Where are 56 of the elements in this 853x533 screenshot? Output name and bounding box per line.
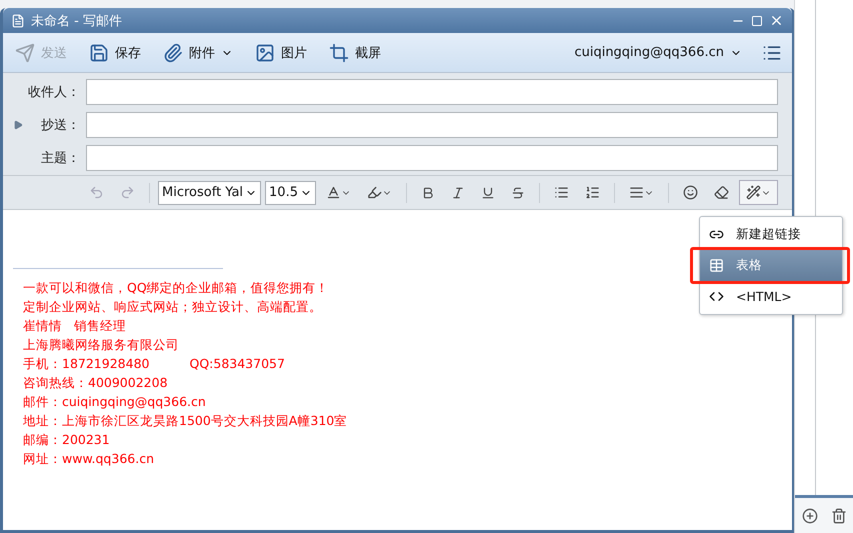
font-select[interactable]: Microsoft Yal — [158, 180, 262, 204]
image-icon — [255, 42, 275, 62]
window-title: 未命名 - 写邮件 — [31, 12, 123, 30]
expand-icon[interactable] — [13, 120, 23, 130]
signature-text: 咨询热线：4009002208 — [23, 375, 168, 392]
input-field[interactable] — [86, 79, 778, 105]
align-icon — [628, 185, 644, 200]
signature-text: 邮件：cuiqingqing@qq366.cn — [23, 394, 206, 411]
html-icon — [709, 289, 724, 304]
screenshot-icon — [329, 42, 349, 62]
add-icon[interactable] — [802, 508, 818, 524]
highlighter-icon — [366, 185, 382, 200]
menu-item[interactable]: 新建超链接 — [700, 219, 842, 250]
magic-wand-icon — [746, 185, 761, 200]
close-button[interactable] — [769, 13, 784, 28]
menu-item[interactable]: 表格 — [700, 250, 842, 281]
smiley-icon — [682, 185, 698, 200]
signature-text: 上海腾曦网络服务有限公司 — [23, 337, 179, 354]
signature-text: 一款可以和微信，QQ绑定的企业邮箱，值得您拥有！ — [23, 280, 329, 297]
strikethrough-icon — [510, 186, 525, 200]
maximize-button[interactable] — [751, 14, 763, 26]
account-dropdown[interactable]: cuiqingqing@qq366.cn — [572, 43, 744, 62]
text-color-icon — [326, 185, 341, 200]
signature-text: 网址：www.qq366.cn — [23, 451, 154, 468]
menu-item[interactable]: <HTML> — [700, 281, 842, 312]
send-icon — [15, 42, 35, 62]
eraser-icon — [714, 185, 729, 200]
redo-icon — [120, 185, 135, 200]
signature-text: 地址：上海市徐汇区龙昊路1500号交大科技园A幢310室 — [23, 413, 348, 430]
signature-text: 销售经理 — [74, 318, 126, 335]
field-label: 抄送： — [41, 117, 80, 134]
document-icon — [11, 14, 25, 28]
save-icon — [89, 42, 109, 62]
trash-icon[interactable] — [830, 508, 846, 524]
signature-text: 邮编：200231 — [23, 432, 110, 449]
underline-icon — [480, 186, 495, 200]
attach-icon — [163, 42, 183, 62]
italic-icon — [450, 186, 465, 200]
signature-text: 定制企业网站、响应式网站；独立设计、高端配置。 — [23, 299, 322, 316]
insert-button[interactable] — [738, 180, 778, 205]
input-field[interactable] — [86, 145, 778, 171]
numbered-list-icon — [584, 185, 600, 200]
table-icon — [709, 258, 724, 273]
field-label: 主题： — [41, 150, 80, 167]
input-field[interactable] — [86, 112, 778, 138]
signature-text: 手机：18721928480 — [23, 356, 150, 373]
screenshot-button[interactable]: 截屏 — [327, 40, 383, 64]
signature-text: QQ:583437057 — [189, 356, 285, 373]
save-button[interactable]: 保存 — [87, 40, 143, 64]
attach-button[interactable]: 附件 — [161, 40, 235, 64]
field-label: 收件人： — [28, 84, 80, 101]
bullet-list-icon — [554, 185, 569, 200]
size-select[interactable]: 10.5 — [265, 180, 316, 204]
undo-icon — [89, 185, 104, 200]
signature-text: 崔情情 — [23, 318, 62, 335]
image-button[interactable]: 图片 — [253, 40, 309, 64]
